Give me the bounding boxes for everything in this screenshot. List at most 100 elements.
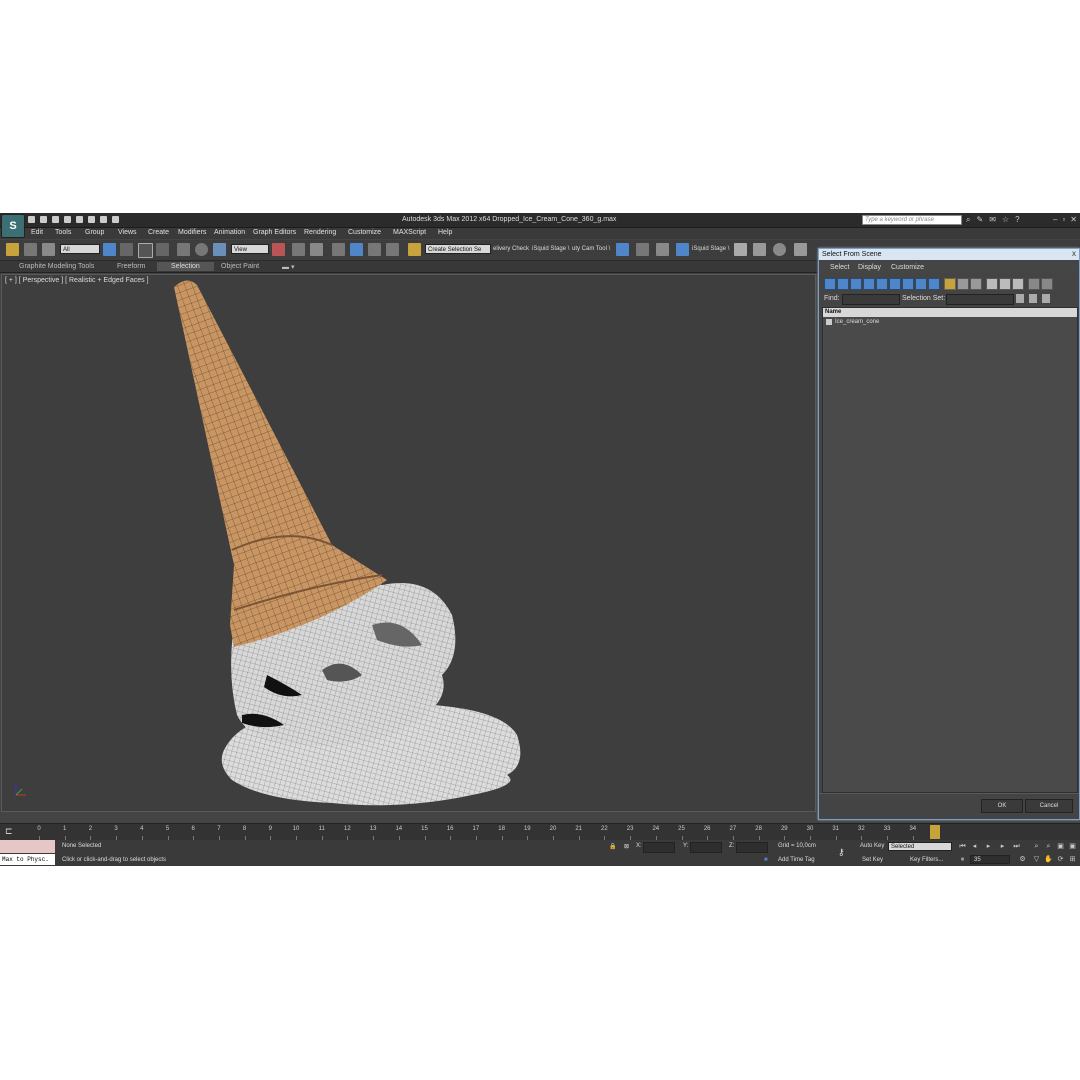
restore-icon[interactable]: ▫ (1062, 215, 1065, 224)
menu-edit[interactable]: Edit (31, 229, 43, 236)
angle-snap-icon[interactable] (350, 243, 363, 256)
menu-help[interactable]: Help (438, 229, 452, 236)
orbit-icon[interactable]: ⟳ (1056, 855, 1065, 864)
minimize-icon[interactable]: – (1053, 215, 1057, 224)
select-by-name-icon[interactable] (120, 243, 133, 256)
edit-named-selection-icon[interactable] (408, 243, 421, 256)
new-file-icon[interactable] (28, 216, 35, 223)
delivery-check-label[interactable]: elivery Check (493, 246, 529, 252)
zoom-extents-all-icon[interactable]: ▣ (1068, 842, 1077, 851)
named-selection-dropdown[interactable]: Create Selection Se (425, 244, 491, 254)
open-file-icon[interactable] (40, 216, 47, 223)
curve-editor-icon[interactable] (734, 243, 747, 256)
maxscript-mini-listener[interactable]: Max to Physc. (0, 854, 55, 865)
squid-stage-label-2[interactable]: iSquid Stage \ (692, 246, 729, 252)
menu-tools[interactable]: Tools (55, 229, 71, 236)
tab-object-paint[interactable]: Object Paint (221, 263, 259, 270)
dialog-menu-display[interactable]: Display (858, 264, 881, 271)
zoom-icon[interactable]: ⌕ (1032, 842, 1041, 851)
save-file-icon[interactable] (52, 216, 59, 223)
dialog-menu-select[interactable]: Select (830, 264, 849, 271)
perspective-viewport[interactable]: [ + ] [ Perspective ] [ Realistic + Edge… (1, 274, 816, 812)
squid-stage-label[interactable]: iSquid Stage \ (532, 246, 569, 252)
find-input[interactable] (842, 294, 900, 305)
mini-curve-editor-icon[interactable]: ⊏ (5, 826, 13, 837)
timeline-ruler[interactable]: 0 1 2 3 4 5 6 7 8 9 10 11 12 13 14 15 16 17 18 19 20 21 22 23 24… (26, 824, 950, 840)
display-shapes-icon[interactable] (837, 278, 849, 290)
go-to-end-icon[interactable]: ⏭ (1012, 842, 1021, 851)
dialog-menu-customize[interactable]: Customize (891, 264, 924, 271)
close-icon[interactable]: x (1072, 249, 1076, 258)
play-icon[interactable]: ▸ (984, 842, 993, 851)
undo-icon[interactable] (64, 216, 71, 223)
material-editor-icon[interactable] (773, 243, 786, 256)
lock-icon[interactable]: 🔒 (609, 843, 616, 850)
key-mode-toggle-icon[interactable]: ⏸ (958, 855, 967, 864)
select-all-icon[interactable] (986, 278, 998, 290)
menu-views[interactable]: Views (118, 229, 137, 236)
fetch-icon[interactable] (112, 216, 119, 223)
city-cam-tool-label[interactable]: uty Cam Tool \ (572, 246, 610, 252)
y-coordinate-field[interactable] (690, 842, 722, 853)
time-configuration-icon[interactable]: ⚙ (1018, 855, 1027, 864)
pan-view-icon[interactable]: ✋ (1044, 855, 1053, 864)
previous-frame-icon[interactable]: ◂ (970, 842, 979, 851)
bind-space-warp-icon[interactable] (42, 243, 55, 256)
add-time-tag-button[interactable]: Add Time Tag (778, 857, 815, 863)
display-cameras-icon[interactable] (863, 278, 875, 290)
maxscript-listener-input[interactable] (0, 840, 55, 853)
menu-graph-editors[interactable]: Graph Editors (253, 229, 296, 236)
maximize-viewport-icon[interactable]: ⊞ (1068, 855, 1077, 864)
menu-maxscript[interactable]: MAXScript (393, 229, 426, 236)
cancel-button[interactable]: Cancel (1025, 799, 1073, 813)
absolute-mode-icon[interactable]: ⊠ (624, 843, 629, 850)
render-setup-icon[interactable] (794, 243, 807, 256)
tab-selection[interactable]: Selection (157, 262, 214, 271)
rectangular-selection-icon[interactable] (138, 243, 153, 258)
menu-rendering[interactable]: Rendering (304, 229, 336, 236)
selection-set-dropdown[interactable] (946, 294, 1014, 305)
display-xrefs-icon[interactable] (915, 278, 927, 290)
project-folder-icon[interactable] (88, 216, 95, 223)
display-space-warps-icon[interactable] (889, 278, 901, 290)
key-filters-button[interactable]: Key Filters... (910, 857, 943, 863)
ok-button[interactable]: OK (981, 799, 1023, 813)
communication-icon[interactable]: ✉ (989, 215, 996, 225)
display-bones-icon[interactable] (928, 278, 940, 290)
menu-group[interactable]: Group (85, 229, 104, 236)
filter-options-icon[interactable] (1041, 278, 1053, 290)
graphite-toggle-icon[interactable] (676, 243, 689, 256)
zoom-extents-icon[interactable]: ▣ (1056, 842, 1065, 851)
display-none-icon[interactable] (957, 278, 969, 290)
select-object-icon[interactable] (103, 243, 116, 256)
layer-manager-icon[interactable] (656, 243, 669, 256)
snaps-toggle-icon[interactable] (332, 243, 345, 256)
display-lights-icon[interactable] (850, 278, 862, 290)
display-helpers-icon[interactable] (876, 278, 888, 290)
hold-icon[interactable] (100, 216, 107, 223)
go-to-start-icon[interactable]: ⏮ (958, 842, 967, 851)
mirror-icon[interactable] (616, 243, 629, 256)
delete-selection-set-icon[interactable] (1042, 294, 1050, 303)
edit-selection-set-icon[interactable] (1029, 294, 1037, 303)
subscription-icon[interactable]: ✎ (976, 215, 983, 225)
close-icon[interactable]: ✕ (1070, 215, 1077, 224)
select-invert-icon[interactable] (1012, 278, 1024, 290)
favorites-icon[interactable]: ☆ (1002, 215, 1009, 225)
spinner-snap-icon[interactable] (386, 243, 399, 256)
binoculars-icon[interactable]: ⌕ (966, 215, 970, 225)
key-icon[interactable]: ⚷ (838, 847, 845, 858)
window-crossing-icon[interactable] (156, 243, 169, 256)
redo-icon[interactable] (76, 216, 83, 223)
set-key-button[interactable]: Set Key (862, 857, 883, 863)
scale-icon[interactable] (213, 243, 226, 256)
filter-icon[interactable] (1028, 278, 1040, 290)
app-logo-button[interactable]: S (1, 214, 25, 238)
menu-create[interactable]: Create (148, 229, 169, 236)
select-manipulate-icon[interactable] (292, 243, 305, 256)
schematic-view-icon[interactable] (753, 243, 766, 256)
rotate-icon[interactable] (195, 243, 208, 256)
selection-filter-dropdown[interactable]: All (60, 244, 100, 254)
menu-modifiers[interactable]: Modifiers (178, 229, 206, 236)
tab-graphite-modeling-tools[interactable]: Graphite Modeling Tools (19, 263, 94, 270)
